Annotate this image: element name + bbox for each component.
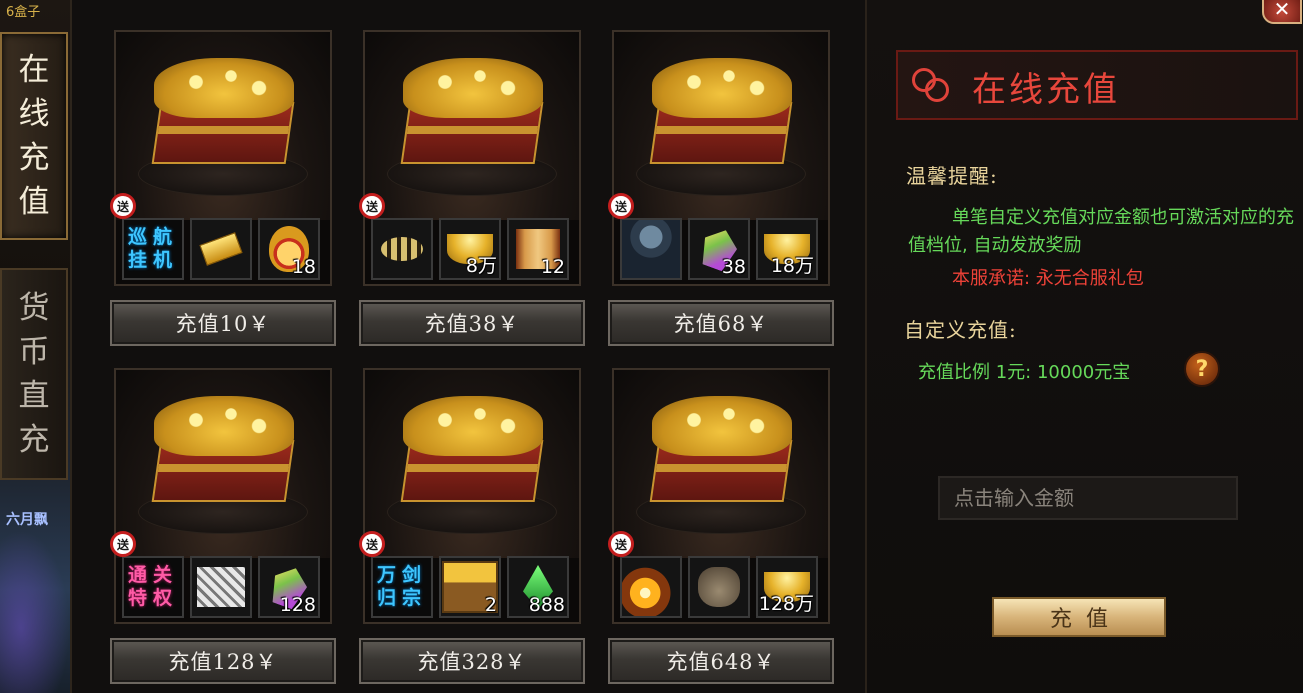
reward-slot[interactable]: 8万 [439, 218, 501, 280]
recharge-tier-button[interactable]: 充值38￥ [359, 300, 585, 346]
privilege-tag-line: 万剑 [376, 564, 427, 586]
tab-char: 在 [18, 52, 50, 88]
recharge-tier-button[interactable]: 充值68￥ [608, 300, 834, 346]
promise-text: 本服承诺: 永无合服礼包 [952, 268, 1144, 289]
privilege-tag-line: 通关 [127, 564, 178, 586]
reward-slot[interactable]: 38 [688, 218, 750, 280]
world-top-text: 6盒子 [6, 5, 41, 20]
gift-badge: 送 [110, 193, 136, 219]
reward-slot[interactable]: 18 [258, 218, 320, 280]
treasure-chest-image [116, 370, 330, 558]
gift-badge: 送 [359, 193, 385, 219]
reward-slot[interactable]: 18万 [756, 218, 818, 280]
tab-char: 直 [18, 378, 50, 414]
privilege-tag: 通关 特权 [124, 558, 182, 616]
treasure-chest-image [614, 32, 828, 220]
reward-count: 128万 [758, 593, 814, 615]
recharge-tier-button[interactable]: 充值128￥ [110, 638, 336, 684]
pay-button[interactable]: 充值 [992, 597, 1166, 637]
recharge-tier-button[interactable]: 充值10￥ [110, 300, 336, 346]
privilege-tag: 万剑 归宗 [373, 558, 431, 616]
flame-icon [622, 558, 680, 616]
privilege-tag-line: 挂机 [127, 249, 178, 271]
tab-currency-direct[interactable]: 货 币 直 充 [0, 268, 68, 480]
reward-slot[interactable]: 万剑 归宗 [371, 556, 433, 618]
reward-slot[interactable]: 12 [507, 218, 569, 280]
reward-slot[interactable]: 通关 特权 [122, 556, 184, 618]
warrior-icon [622, 220, 680, 278]
reward-slot[interactable]: 128万 [756, 556, 818, 618]
tab-char: 值 [18, 184, 50, 220]
gift-badge: 送 [608, 531, 634, 557]
privilege-tag-line: 特权 [127, 587, 178, 609]
package-card: 送 128万充值648￥ [608, 368, 834, 684]
recharge-panel: 送巡航 挂机 18 充值10￥ 送 8万 12 充值38￥ 送 38 18万 充值68￥ 送通关 特权 12… [70, 0, 1303, 693]
recharge-tier-button[interactable]: 充值328￥ [359, 638, 585, 684]
reward-count: 2 [484, 594, 497, 616]
close-button[interactable]: ✕ [1262, 0, 1302, 24]
bee-icon [381, 237, 423, 261]
package-card: 送 8万 12 充值38￥ [359, 30, 585, 346]
tab-online-recharge[interactable]: 在 线 充 值 [0, 32, 68, 240]
recharge-tier-button[interactable]: 充值648￥ [608, 638, 834, 684]
reward-slot[interactable] [190, 556, 252, 618]
reward-count: 128 [279, 594, 316, 616]
reward-slot[interactable]: 128 [258, 556, 320, 618]
silver-icon [197, 567, 245, 607]
reward-slot[interactable]: 巡航 挂机 [122, 218, 184, 280]
package-grid: 送巡航 挂机 18 充值10￥ 送 8万 12 充值38￥ 送 38 18万 充值68￥ 送通关 特权 12… [72, 0, 867, 693]
notice-text: 单笔自定义充值对应金额也可激活对应的充值档位, 自动发放奖励 [908, 207, 1294, 256]
custom-recharge-label: 自定义充值: [904, 318, 1017, 342]
tab-char: 币 [18, 334, 50, 370]
privilege-tag-line: 归宗 [376, 587, 427, 609]
help-icon[interactable]: ? [1184, 351, 1220, 387]
reward-slot[interactable] [371, 218, 433, 280]
tab-char: 充 [18, 140, 50, 176]
panel-title: 在线充值 [972, 70, 1120, 110]
reward-count: 18 [291, 256, 316, 278]
treasure-chest-image [614, 370, 828, 558]
package-card: 送巡航 挂机 18 充值10￥ [110, 30, 336, 346]
reward-count: 18万 [770, 255, 814, 277]
treasure-chest-image [365, 32, 579, 220]
reward-count: 12 [540, 256, 565, 278]
tab-char: 线 [18, 96, 50, 132]
gold-bar-icon [199, 232, 243, 266]
package-card: 送通关 特权 128 充值128￥ [110, 368, 336, 684]
reward-slot[interactable] [190, 218, 252, 280]
world-mid-text: 六月飘 [6, 512, 48, 528]
gift-badge: 送 [608, 193, 634, 219]
reward-count: 38 [721, 256, 746, 278]
bag-icon [698, 567, 740, 607]
treasure-chest-image [116, 32, 330, 220]
reward-slot[interactable] [688, 556, 750, 618]
ratio-text: 充值比例 1元: 10000元宝 [918, 362, 1131, 383]
world-glow [0, 530, 70, 693]
reward-slot[interactable] [620, 218, 682, 280]
gift-badge: 送 [359, 531, 385, 557]
package-card: 送万剑 归宗 2 888 充值328￥ [359, 368, 585, 684]
reward-count: 888 [528, 594, 565, 616]
privilege-tag-line: 巡航 [127, 226, 178, 248]
treasure-chest-image [365, 370, 579, 558]
reward-slot[interactable]: 2 [439, 556, 501, 618]
coins-icon [912, 68, 952, 102]
reward-count: 8万 [465, 255, 497, 277]
tab-char: 货 [18, 290, 50, 326]
package-card: 送 38 18万充值68￥ [608, 30, 834, 346]
amount-input[interactable] [938, 476, 1238, 520]
privilege-tag: 巡航 挂机 [124, 220, 182, 278]
gift-badge: 送 [110, 531, 136, 557]
title-banner: 在线充值 [896, 50, 1298, 120]
reward-slot[interactable] [620, 556, 682, 618]
reward-slot[interactable]: 888 [507, 556, 569, 618]
reminder-label: 温馨提醒: [906, 164, 998, 188]
tab-char: 充 [18, 422, 50, 458]
